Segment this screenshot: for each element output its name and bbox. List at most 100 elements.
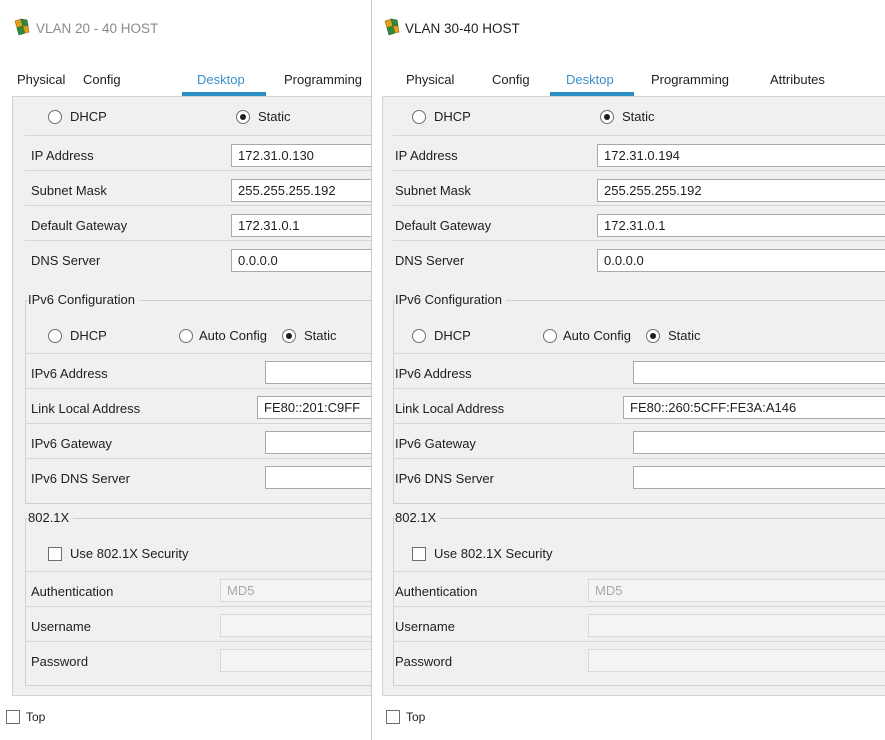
separator (393, 606, 885, 607)
ipv6-static-radio[interactable] (282, 329, 296, 343)
window-titlebar: VLAN 20 - 40 HOST (0, 0, 372, 44)
authentication-select[interactable]: MD5 (220, 579, 372, 602)
separator (393, 205, 885, 206)
ip-configuration-panel: DHCP Static IP Address 172.31.0.130 Subn… (12, 96, 372, 696)
link-local-address-field[interactable]: FE80::201:C9FF (257, 396, 372, 419)
top-label: Top (406, 710, 426, 724)
tab-programming[interactable]: Programming (651, 72, 729, 87)
ip-configuration-panel: DHCP Static IP Address 172.31.0.194 Subn… (382, 96, 885, 696)
password-label: Password (31, 654, 89, 669)
separator (25, 205, 372, 206)
ipv6-dns-server-field[interactable] (633, 466, 885, 489)
tab-bar: Physical Config Desktop Programming (17, 66, 372, 96)
ip-address-field[interactable]: 172.31.0.194 (597, 144, 885, 167)
ipv6-auto-config-label: Auto Config (199, 328, 267, 343)
ip-address-field[interactable]: 172.31.0.130 (231, 144, 372, 167)
ipv4-static-radio[interactable] (236, 110, 250, 124)
separator (393, 240, 885, 241)
dns-server-field[interactable]: 0.0.0.0 (597, 249, 885, 272)
top-checkbox[interactable] (6, 710, 20, 724)
separator (25, 170, 372, 171)
password-field[interactable] (220, 649, 372, 672)
ipv4-dhcp-radio[interactable] (412, 110, 426, 124)
ipv6-gateway-label: IPv6 Gateway (395, 436, 476, 451)
username-label: Username (31, 619, 91, 634)
tab-programming[interactable]: Programming (284, 72, 362, 87)
ipv6-auto-config-radio[interactable] (543, 329, 557, 343)
ipv6-address-field[interactable] (265, 361, 372, 384)
tab-attributes[interactable]: Attributes (770, 72, 825, 87)
ipv6-address-field[interactable] (633, 361, 885, 384)
ipv6-dns-server-field[interactable] (265, 466, 372, 489)
authentication-label: Authentication (31, 584, 114, 599)
window-titlebar: VLAN 30-40 HOST (372, 0, 885, 44)
tab-desktop[interactable]: Desktop (566, 72, 614, 87)
ip-address-label: IP Address (31, 148, 94, 163)
separator (25, 135, 372, 136)
link-local-address-label: Link Local Address (395, 401, 505, 416)
ipv6-static-radio[interactable] (646, 329, 660, 343)
separator (25, 641, 372, 642)
default-gateway-field[interactable]: 172.31.0.1 (597, 214, 885, 237)
separator (25, 423, 372, 424)
separator (25, 240, 372, 241)
separator (393, 458, 885, 459)
top-label: Top (26, 710, 46, 724)
authentication-label: Authentication (395, 584, 478, 599)
ipv6-gateway-label: IPv6 Gateway (31, 436, 112, 451)
tab-config[interactable]: Config (83, 72, 121, 87)
top-checkbox[interactable] (386, 710, 400, 724)
username-field[interactable] (220, 614, 372, 637)
password-field[interactable] (588, 649, 885, 672)
tab-config[interactable]: Config (492, 72, 530, 87)
dot1x-group-title: 802.1X (395, 510, 441, 525)
separator (393, 135, 885, 136)
password-label: Password (395, 654, 453, 669)
packet-tracer-pc-icon (14, 18, 30, 36)
ipv4-static-radio[interactable] (600, 110, 614, 124)
ipv6-gateway-field[interactable] (265, 431, 372, 454)
tab-physical[interactable]: Physical (17, 72, 65, 87)
default-gateway-field[interactable]: 172.31.0.1 (231, 214, 372, 237)
ipv6-dhcp-radio[interactable] (412, 329, 426, 343)
ipv6-group-title: IPv6 Configuration (395, 292, 506, 307)
ip-address-label: IP Address (395, 148, 458, 163)
ipv6-auto-config-label: Auto Config (563, 328, 631, 343)
subnet-mask-label: Subnet Mask (395, 183, 471, 198)
ipv6-gateway-field[interactable] (633, 431, 885, 454)
use-8021x-security-checkbox[interactable] (48, 547, 62, 561)
use-8021x-security-label: Use 802.1X Security (70, 546, 189, 561)
dns-server-label: DNS Server (395, 253, 465, 268)
dot1x-group-title: 802.1X (28, 510, 74, 525)
ipv6-address-label: IPv6 Address (31, 366, 108, 381)
ipv6-dns-server-label: IPv6 DNS Server (31, 471, 130, 486)
authentication-select[interactable]: MD5 (588, 579, 885, 602)
separator (393, 641, 885, 642)
tab-physical[interactable]: Physical (406, 72, 454, 87)
window-vlan-30-40-host: VLAN 30-40 HOST Physical Config Desktop … (371, 0, 885, 740)
ipv4-dhcp-radio[interactable] (48, 110, 62, 124)
default-gateway-label: Default Gateway (31, 218, 128, 233)
subnet-mask-field[interactable]: 255.255.255.192 (231, 179, 372, 202)
ipv6-static-label: Static (304, 328, 337, 343)
separator (393, 353, 885, 354)
subnet-mask-field[interactable]: 255.255.255.192 (597, 179, 885, 202)
username-field[interactable] (588, 614, 885, 637)
dns-server-field[interactable]: 0.0.0.0 (231, 249, 372, 272)
tab-bar: Physical Config Desktop Programming Attr… (386, 66, 885, 96)
ipv6-dhcp-radio[interactable] (48, 329, 62, 343)
ipv6-dhcp-label: DHCP (70, 328, 107, 343)
ipv6-static-label: Static (668, 328, 701, 343)
link-local-address-field[interactable]: FE80::260:5CFF:FE3A:A146 (623, 396, 885, 419)
use-8021x-security-checkbox[interactable] (412, 547, 426, 561)
tab-desktop[interactable]: Desktop (197, 72, 245, 87)
separator (393, 423, 885, 424)
ipv4-static-label: Static (258, 109, 291, 124)
separator (25, 388, 372, 389)
ipv6-auto-config-radio[interactable] (179, 329, 193, 343)
ipv6-dns-server-label: IPv6 DNS Server (395, 471, 494, 486)
ipv4-static-label: Static (622, 109, 655, 124)
username-label: Username (395, 619, 455, 634)
link-local-address-label: Link Local Address (31, 401, 141, 416)
separator (25, 571, 372, 572)
